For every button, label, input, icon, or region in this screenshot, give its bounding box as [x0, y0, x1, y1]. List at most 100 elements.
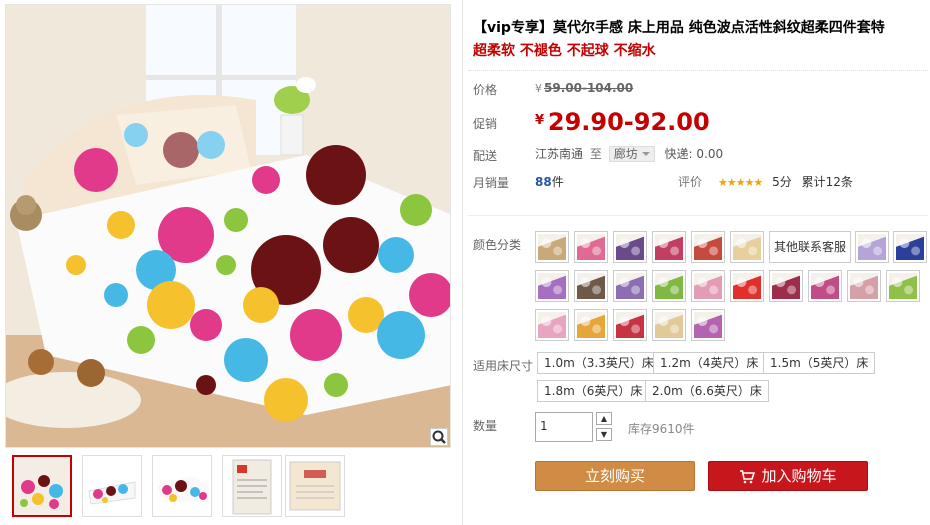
color-swatch-17[interactable] [847, 270, 881, 302]
promo-price-value: 29.90-92.00 [547, 108, 710, 136]
thumbnail-5[interactable] [285, 455, 345, 517]
monthly-sales: 88件 [535, 173, 564, 190]
color-swatch-16[interactable] [808, 270, 842, 302]
promo-label: 促销 [473, 117, 498, 131]
color-swatch-3[interactable] [613, 231, 647, 263]
color-swatch-23[interactable] [691, 309, 725, 341]
product-title: 【vip专享】莫代尔手感 床上用品 纯色波点活性斜纹超柔四件套特 [473, 20, 885, 36]
color-swatch-12[interactable] [652, 270, 686, 302]
rating-label: 评价 [678, 175, 703, 189]
original-price-value: 59.00-104.00 [544, 81, 634, 95]
thumb-package-back-image [286, 456, 344, 516]
color-label: 颜色分类 [473, 238, 522, 252]
quantity-decrease-button[interactable]: ▼ [596, 428, 612, 441]
color-swatch-6[interactable] [730, 231, 764, 263]
size-option-1[interactable]: 1.0m（3.3英尺）床 [537, 352, 661, 374]
price-label: 价格 [473, 83, 498, 97]
thumb-bedding-side-image [153, 456, 211, 516]
size-option-4[interactable]: 1.8m（6英尺）床 [537, 380, 650, 402]
shipping-label: 配送 [473, 149, 498, 163]
color-swatch-image [655, 312, 683, 338]
color-swatch-18[interactable] [886, 270, 920, 302]
thumbnail-1[interactable] [12, 455, 72, 517]
size-option-2[interactable]: 1.2m（4英尺）床 [653, 352, 766, 374]
color-option-contact-service[interactable]: 其他联系客服 [769, 231, 851, 263]
color-swatch-14[interactable] [730, 270, 764, 302]
color-swatch-10[interactable] [574, 270, 608, 302]
color-swatch-image [811, 273, 839, 299]
color-swatch-image [896, 234, 924, 260]
color-swatch-4[interactable] [652, 231, 686, 263]
color-swatch-5[interactable] [691, 231, 725, 263]
color-swatch-8[interactable] [893, 231, 927, 263]
magnifier-icon [432, 430, 446, 444]
color-swatch-image [889, 273, 917, 299]
promo-price: ¥ 29.90-92.00 [535, 108, 710, 136]
rating[interactable]: ★★★★★ 5分 累计12条 [718, 173, 853, 190]
color-swatch-13[interactable] [691, 270, 725, 302]
color-swatch-image [655, 234, 683, 260]
color-swatch-image [616, 312, 644, 338]
color-swatch-21[interactable] [613, 309, 647, 341]
monthly-sales-label: 月销量 [473, 176, 510, 190]
color-swatch-1[interactable] [535, 231, 569, 263]
chevron-down-icon [641, 152, 650, 156]
divider [468, 70, 928, 71]
thumbnail-2[interactable] [82, 455, 142, 517]
color-swatch-2[interactable] [574, 231, 608, 263]
sales-unit: 件 [551, 175, 564, 189]
thumbnail-4[interactable] [222, 455, 282, 517]
color-swatch-image [694, 273, 722, 299]
color-swatch-22[interactable] [652, 309, 686, 341]
color-swatch-image [577, 312, 605, 338]
color-swatch-20[interactable] [574, 309, 608, 341]
rating-stars-icon: ★★★★★ [718, 176, 763, 189]
color-swatch-image [577, 234, 605, 260]
size-label: 适用床尺寸 [473, 359, 534, 373]
color-swatch-image [772, 273, 800, 299]
thumbnail-3[interactable] [152, 455, 212, 517]
add-to-cart-label: 加入购物车 [761, 467, 837, 485]
shipping-fee: 快递: 0.00 [664, 147, 724, 161]
thumb-bedding-image [14, 457, 70, 515]
zoom-button[interactable] [430, 428, 448, 446]
color-swatch-image [858, 234, 886, 260]
rating-score: 5分 [772, 175, 792, 189]
sales-count: 88 [535, 175, 552, 189]
color-swatch-15[interactable] [769, 270, 803, 302]
quantity-input[interactable]: 1 [535, 412, 593, 442]
divider [468, 215, 928, 216]
stock-count: 库存9610件 [628, 422, 695, 436]
color-swatch-11[interactable] [613, 270, 647, 302]
size-option-3[interactable]: 1.5m（5英尺）床 [763, 352, 876, 374]
buy-now-button[interactable]: 立刻购买 [535, 461, 695, 491]
size-option-5[interactable]: 2.0m（6.6英尺）床 [645, 380, 769, 402]
color-swatch-image [733, 234, 761, 260]
color-swatch-image [616, 234, 644, 260]
review-count: 累计12条 [801, 175, 853, 189]
promo-currency-symbol: ¥ [535, 113, 545, 128]
bedding-photo [6, 5, 450, 447]
ship-from: 江苏南通 [535, 147, 584, 161]
color-swatch-image [655, 273, 683, 299]
product-subtitle: 超柔软 不褪色 不起球 不缩水 [473, 43, 656, 59]
color-swatch-image [616, 273, 644, 299]
color-swatch-7[interactable] [855, 231, 889, 263]
color-swatch-image [577, 273, 605, 299]
main-product-image[interactable] [5, 4, 451, 448]
color-swatch-image [850, 273, 878, 299]
color-swatch-9[interactable] [535, 270, 569, 302]
quantity-increase-button[interactable]: ▲ [596, 412, 612, 425]
thumb-pillow-image [83, 456, 141, 516]
color-swatch-image [694, 234, 722, 260]
destination-city-value: 廊坊 [613, 147, 638, 161]
thumb-package-front-image [223, 456, 281, 516]
destination-city-select[interactable]: 廊坊 [608, 146, 655, 162]
color-swatch-image [538, 234, 566, 260]
add-to-cart-button[interactable]: 加入购物车 [708, 461, 868, 491]
color-swatch-image [733, 273, 761, 299]
color-swatch-19[interactable] [535, 309, 569, 341]
original-price: ¥59.00-104.00 [535, 81, 633, 95]
ship-to-word: 至 [589, 147, 602, 161]
quantity-label: 数量 [473, 419, 498, 433]
